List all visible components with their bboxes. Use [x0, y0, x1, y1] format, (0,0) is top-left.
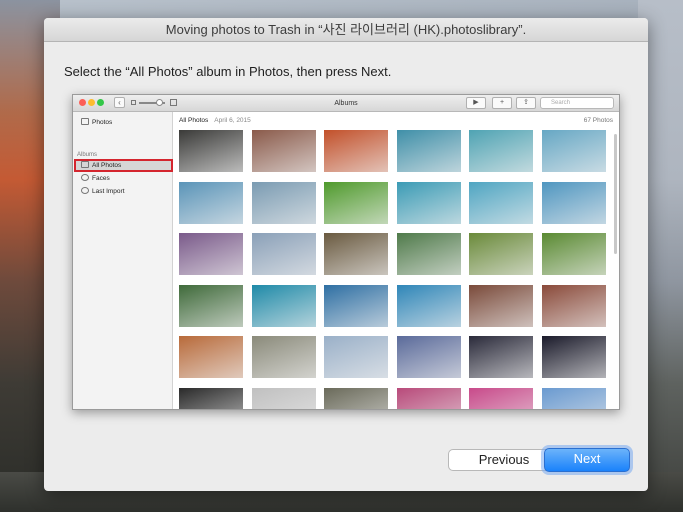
- dialog-title: Moving photos to Trash in “사진 라이브러리 (HK)…: [44, 18, 648, 42]
- clock-icon: [81, 187, 89, 194]
- photo-thumbnail: [179, 130, 243, 172]
- photo-thumbnail: [324, 233, 389, 275]
- photo-thumbnail: [542, 284, 606, 327]
- content-date: April 6, 2015: [214, 117, 251, 124]
- photo-thumbnail: [179, 181, 243, 224]
- photo-thumbnail: [542, 181, 606, 224]
- photos-search-field: Search: [540, 97, 614, 109]
- sidebar-item-all-photos: All Photos: [81, 161, 121, 171]
- photo-thumbnail: [324, 284, 389, 327]
- photos-content: All Photos April 6, 2015 67 Photos: [174, 112, 619, 409]
- sidebar-item-label: All Photos: [92, 162, 122, 169]
- photo-thumbnail: [251, 387, 316, 409]
- photo-thumbnail: [179, 284, 243, 327]
- faces-icon: [81, 174, 89, 181]
- photo-thumbnail: [396, 387, 461, 409]
- photo-thumbnail: [469, 181, 534, 224]
- photo-thumbnail: [324, 336, 389, 378]
- photos-window-title: Albums: [334, 100, 358, 107]
- add-plus-icon: +: [492, 97, 512, 109]
- photo-thumbnail: [469, 336, 534, 378]
- album-icon: [81, 161, 89, 168]
- sidebar-item-label: Faces: [92, 175, 110, 182]
- sidebar-item-faces: Faces: [81, 174, 110, 184]
- photo-thumbnail: [251, 233, 316, 275]
- photo-count: 67 Photos: [583, 117, 613, 124]
- photo-thumbnail: [324, 181, 389, 224]
- instruction-text: Select the “All Photos” album in Photos,…: [64, 64, 392, 79]
- photo-thumbnail: [179, 387, 243, 409]
- photo-thumbnail: [542, 233, 606, 275]
- sidebar-item-last-import: Last Import: [81, 187, 125, 197]
- dialog-sheet: Moving photos to Trash in “사진 라이브러리 (HK)…: [44, 18, 648, 491]
- photo-thumbnail: [251, 181, 316, 224]
- photo-thumbnail: [251, 336, 316, 378]
- photo-thumbnail: [324, 387, 389, 409]
- share-icon: ⇪: [516, 97, 536, 109]
- photo-thumbnail: [396, 130, 461, 172]
- photo-thumbnail: [396, 336, 461, 378]
- next-button[interactable]: Next: [544, 448, 630, 472]
- photo-thumbnail: [324, 130, 389, 172]
- photos-app-screenshot: ‹ Albums ▶ + ⇪ Search Photos Albums All …: [72, 94, 620, 410]
- photo-thumbnail: [542, 336, 606, 378]
- photo-thumbnail: [251, 284, 316, 327]
- photo-thumbnail: [251, 130, 316, 172]
- photo-thumbnail: [542, 387, 606, 409]
- photos-icon: [81, 118, 89, 125]
- content-header: All Photos April 6, 2015: [179, 117, 251, 124]
- photos-sidebar: Photos Albums All Photos Faces Last Impo…: [73, 112, 173, 409]
- photo-thumbnail: [469, 233, 534, 275]
- photo-thumbnail: [179, 233, 243, 275]
- photo-thumbnail: [469, 387, 534, 409]
- photo-thumbnail: [469, 130, 534, 172]
- photo-thumbnail: [542, 130, 606, 172]
- sidebar-item-label: Photos: [92, 119, 113, 126]
- photos-toolbar: ‹ Albums ▶ + ⇪ Search: [73, 95, 619, 112]
- photo-thumbnail: [179, 336, 243, 378]
- photo-grid: [174, 130, 619, 409]
- sidebar-item-label: Last Import: [92, 188, 125, 195]
- photo-thumbnail: [396, 233, 461, 275]
- photo-thumbnail: [469, 284, 534, 327]
- content-title: All Photos: [179, 117, 209, 124]
- scrollbar: [614, 134, 617, 254]
- sidebar-item-photos: Photos: [81, 118, 112, 128]
- slideshow-play-icon: ▶: [466, 97, 486, 109]
- photo-thumbnail: [396, 181, 461, 224]
- photo-thumbnail: [396, 284, 461, 327]
- sidebar-section-albums: Albums: [77, 152, 98, 158]
